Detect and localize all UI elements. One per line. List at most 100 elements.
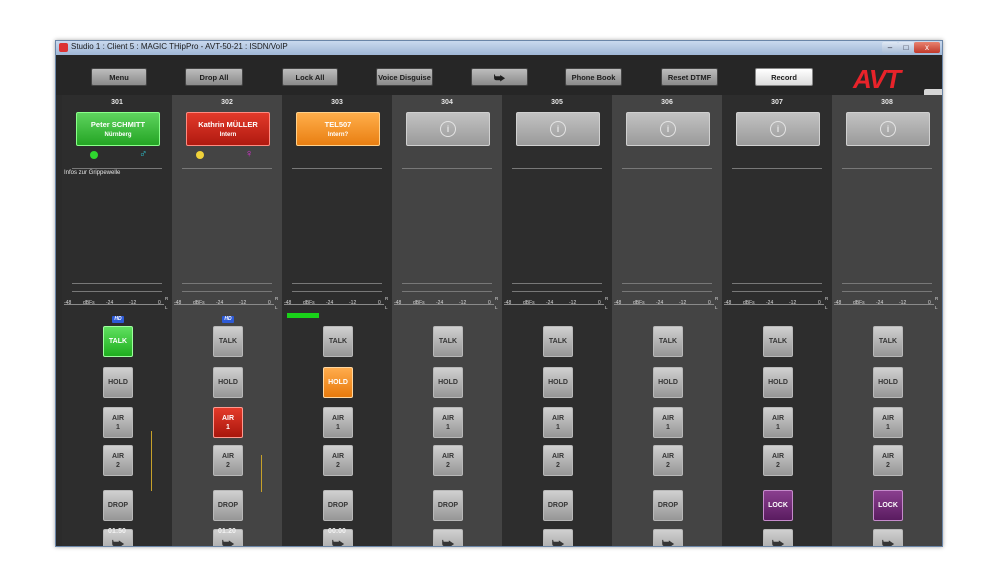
drop-button[interactable]: DROP xyxy=(323,490,353,521)
line-strip-304: 304 i -48 dBFs -24 -12 0 R L TALK HOLD AIR 1 A… xyxy=(392,95,502,546)
caller-button[interactable]: Kathrin MÜLLER Intern xyxy=(186,112,270,146)
meter-tick: dBFs xyxy=(303,300,315,306)
meter-tick: 0 xyxy=(488,300,491,306)
talk-button[interactable]: TALK xyxy=(103,326,133,357)
caller-button[interactable]: i xyxy=(846,112,930,146)
meter-scale xyxy=(64,304,164,305)
hold-button[interactable]: HOLD xyxy=(763,367,793,398)
line-strip-306: 306 i -48 dBFs -24 -12 0 R L TALK HOLD AIR 1 A… xyxy=(612,95,722,546)
line-number: 303 xyxy=(331,99,343,106)
air-2-button[interactable]: AIR 2 xyxy=(103,445,133,476)
caller-button[interactable]: i xyxy=(626,112,710,146)
air-1-button[interactable]: AIR 1 xyxy=(213,407,243,438)
hold-button[interactable]: HOLD xyxy=(653,367,683,398)
caller-button[interactable]: i xyxy=(736,112,820,146)
caller-button[interactable]: i xyxy=(406,112,490,146)
maximize-button[interactable]: □ xyxy=(898,42,914,53)
transfer-arrow-icon: ⮩ xyxy=(551,536,565,547)
female-icon: ♀ xyxy=(245,148,254,160)
air-1-button[interactable]: AIR 1 xyxy=(763,407,793,438)
meter-channel-r: R xyxy=(165,296,169,301)
caller-button[interactable]: TEL507 Intern? xyxy=(296,112,380,146)
air-1-button[interactable]: AIR 1 xyxy=(433,407,463,438)
meter-channel-l: L xyxy=(275,305,278,310)
air-1-button[interactable]: AIR 1 xyxy=(543,407,573,438)
talk-button[interactable]: TALK xyxy=(873,326,903,357)
meter-channel-r: R xyxy=(605,296,609,301)
meter-channel-l: L xyxy=(605,305,608,310)
reset-dtmf-button[interactable]: Reset DTMF xyxy=(661,68,718,86)
meter-scale xyxy=(394,304,494,305)
meter-channel-r: R xyxy=(715,296,719,301)
record-button[interactable]: Record xyxy=(755,68,813,86)
drop-all-button[interactable]: Drop All xyxy=(185,68,243,86)
level-bar xyxy=(287,313,319,318)
air-2-button[interactable]: AIR 2 xyxy=(653,445,683,476)
meter-scale xyxy=(614,304,714,305)
air-1-button[interactable]: AIR 1 xyxy=(873,407,903,438)
avt-logo: AVT xyxy=(853,64,901,94)
air-2-button[interactable]: AIR 2 xyxy=(763,445,793,476)
drop-button[interactable]: DROP xyxy=(433,490,463,521)
hold-button[interactable]: HOLD xyxy=(433,367,463,398)
caller-button[interactable]: i xyxy=(516,112,600,146)
hold-button[interactable]: HOLD xyxy=(873,367,903,398)
drop-button[interactable]: DROP xyxy=(653,490,683,521)
meter-tick: -24 xyxy=(326,300,334,306)
minimize-button[interactable]: – xyxy=(882,42,898,53)
transfer-button[interactable]: ⮩ xyxy=(471,68,528,86)
talk-button[interactable]: TALK xyxy=(323,326,353,357)
air-2-button[interactable]: AIR 2 xyxy=(323,445,353,476)
hold-button[interactable]: HOLD xyxy=(543,367,573,398)
air-2-button[interactable]: AIR 2 xyxy=(873,445,903,476)
meter-tick: dBFs xyxy=(633,300,645,306)
separator xyxy=(292,283,382,284)
air-1-button[interactable]: AIR 1 xyxy=(653,407,683,438)
transfer-button[interactable]: ⮩ xyxy=(873,529,903,546)
marker-line xyxy=(151,431,152,491)
drop-button[interactable]: DROP xyxy=(103,490,133,521)
transfer-button[interactable]: ⮩ xyxy=(433,529,463,546)
meter-tick: dBFs xyxy=(193,300,205,306)
lock-all-button[interactable]: Lock All xyxy=(282,68,338,86)
drop-button[interactable]: DROP xyxy=(543,490,573,521)
transfer-arrow-icon: ⮩ xyxy=(771,536,785,547)
lock-button[interactable]: LOCK xyxy=(763,490,793,521)
talk-button[interactable]: TALK xyxy=(763,326,793,357)
close-button[interactable]: x xyxy=(914,42,940,53)
transfer-button[interactable]: ⮩ xyxy=(653,529,683,546)
menu-button[interactable]: Menu xyxy=(91,68,147,86)
voice-disguise-button[interactable]: Voice Disguise xyxy=(376,68,433,86)
air-1-button[interactable]: AIR 1 xyxy=(323,407,353,438)
meter-channel-r: R xyxy=(935,296,939,301)
transfer-button[interactable]: ⮩ xyxy=(763,529,793,547)
line-number: 307 xyxy=(771,99,783,106)
drop-button[interactable]: DROP xyxy=(213,490,243,521)
talk-button[interactable]: TALK xyxy=(433,326,463,357)
meter-tick: 0 xyxy=(268,300,271,306)
talk-button[interactable]: TALK xyxy=(653,326,683,357)
air-1-button[interactable]: AIR 1 xyxy=(103,407,133,438)
transfer-button[interactable]: ⮩ xyxy=(543,529,573,547)
line-number: 305 xyxy=(551,99,563,106)
hold-button[interactable]: HOLD xyxy=(213,367,243,398)
hold-button[interactable]: HOLD xyxy=(323,367,353,398)
talk-button[interactable]: TALK xyxy=(213,326,243,357)
phone-book-button[interactable]: Phone Book xyxy=(565,68,622,86)
separator xyxy=(292,168,382,169)
air-2-button[interactable]: AIR 2 xyxy=(213,445,243,476)
meter-tick: -24 xyxy=(106,300,114,306)
lock-button[interactable]: LOCK xyxy=(873,490,903,521)
level-meter: -48 dBFs -24 -12 0 R L xyxy=(283,296,391,311)
level-meter: -48 dBFs -24 -12 0 R L xyxy=(173,296,281,311)
air-2-button[interactable]: AIR 2 xyxy=(433,445,463,476)
hold-button[interactable]: HOLD xyxy=(103,367,133,398)
meter-tick: -12 xyxy=(899,300,907,306)
meter-channel-r: R xyxy=(495,296,499,301)
air-2-button[interactable]: AIR 2 xyxy=(543,445,573,476)
line-strip-305: 305 i -48 dBFs -24 -12 0 R L TALK HOLD AIR 1 A… xyxy=(502,95,612,546)
talk-button[interactable]: TALK xyxy=(543,326,573,357)
title-bar[interactable]: Studio 1 : Client 5 : MAGIC THipPro - AV… xyxy=(56,41,942,55)
caller-button[interactable]: Peter SCHMITT Nürnberg xyxy=(76,112,160,146)
meter-tick: -12 xyxy=(239,300,247,306)
